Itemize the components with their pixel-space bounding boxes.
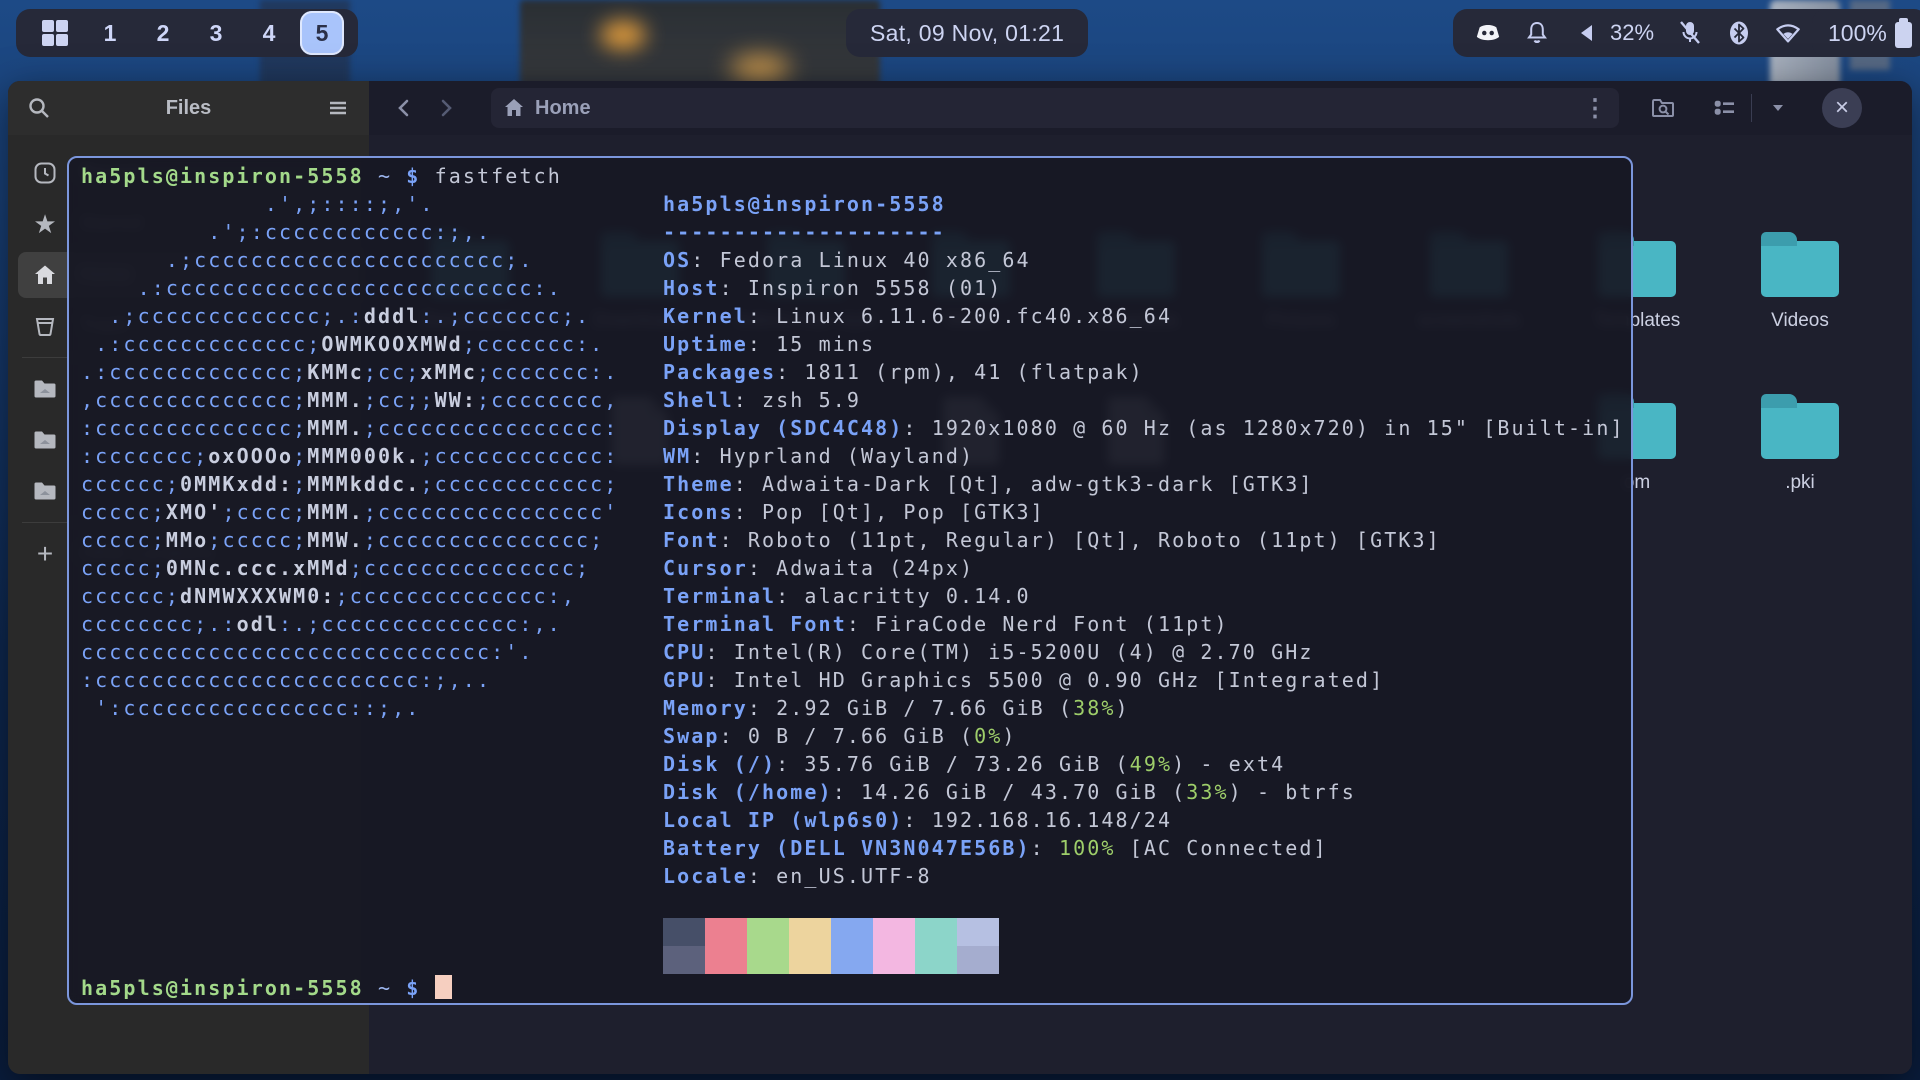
workspace-button-4[interactable]: 4 [247, 11, 291, 55]
terminal-cursor [435, 975, 452, 999]
folder-item[interactable]: .pki [1720, 393, 1880, 494]
tab-label: Home [535, 97, 591, 120]
folder-icon [32, 427, 58, 453]
folder-icon [32, 478, 58, 504]
terminal-content[interactable]: ha5pls@inspiron-5558 ~ $ fastfetch .',;:… [69, 158, 1631, 1003]
files-headerbar: Files Home ⋮ [8, 81, 1912, 135]
palette-swatch [831, 918, 873, 946]
palette-swatch [873, 918, 915, 946]
tab-home[interactable]: Home ⋮ [491, 88, 1619, 128]
workspace-list: 12345 [88, 11, 344, 55]
discord-icon[interactable] [1475, 20, 1501, 46]
item-label: Videos [1771, 309, 1829, 332]
item-label: .pki [1785, 471, 1815, 494]
palette-swatch [831, 946, 873, 974]
workspace-button-2[interactable]: 2 [141, 11, 185, 55]
palette-swatch [663, 918, 705, 946]
plus-icon: + [32, 541, 58, 567]
palette-swatch [915, 946, 957, 974]
palette-swatch [873, 946, 915, 974]
palette-swatch [789, 918, 831, 946]
sidebar-header: Files [8, 81, 369, 135]
back-button[interactable] [385, 88, 425, 128]
workspace-button-3[interactable]: 3 [194, 11, 238, 55]
status-bar: 12345 Sat, 09 Nov, 01:21 32%⚙ 100% [0, 0, 1920, 66]
palette-swatch [705, 946, 747, 974]
trash-icon [32, 313, 58, 339]
palette-swatch [663, 946, 705, 974]
terminal-window[interactable]: ha5pls@inspiron-5558 ~ $ fastfetch .',;:… [67, 156, 1633, 1005]
forward-button[interactable] [425, 88, 465, 128]
folder-icon [1761, 403, 1839, 459]
volume-percent: 32% [1610, 20, 1654, 46]
close-icon[interactable]: × [1822, 88, 1862, 128]
terminal-color-palette [663, 918, 999, 974]
kebab-menu-icon[interactable]: ⋮ [1583, 94, 1607, 123]
palette-swatch [915, 918, 957, 946]
palette-row [663, 946, 999, 974]
hamburger-menu-icon[interactable] [325, 95, 351, 121]
view-switcher [1703, 88, 1800, 128]
workspace-button-5[interactable]: 5 [300, 11, 344, 55]
chevron-down-icon[interactable] [1756, 88, 1800, 128]
folder-icon [32, 376, 58, 402]
workspaces-pill: 12345 [16, 9, 358, 57]
palette-swatch [957, 946, 999, 974]
folder-search-icon[interactable] [1641, 88, 1685, 128]
home-icon [32, 262, 58, 288]
palette-row [663, 918, 999, 946]
battery-icon [1895, 22, 1912, 48]
battery-percent: 100% [1828, 20, 1887, 47]
app-title: Files [52, 97, 325, 120]
recent-icon [32, 160, 58, 186]
star-icon: ★ [32, 211, 58, 237]
fastfetch-ascii-logo: .',;::::;,'. .';:cccccccccccc:;,. .;cccc… [81, 190, 618, 722]
shell-prompt-line: ha5pls@inspiron-5558 ~ $ fastfetch [81, 162, 562, 190]
speaker-icon[interactable] [1573, 20, 1599, 46]
mic-muted-icon[interactable] [1677, 20, 1703, 46]
workspace-button-1[interactable]: 1 [88, 11, 132, 55]
palette-swatch [747, 946, 789, 974]
list-view-icon[interactable] [1703, 88, 1747, 128]
app-launcher-icon[interactable] [42, 20, 68, 46]
palette-swatch [789, 946, 831, 974]
clock-text: Sat, 09 Nov, 01:21 [870, 20, 1064, 47]
palette-swatch [957, 918, 999, 946]
system-tray: 32%⚙ [1453, 9, 1872, 57]
battery-indicator[interactable]: 100% [1812, 9, 1920, 57]
fastfetch-info: ha5pls@inspiron-5558 -------------------… [663, 190, 1625, 890]
wifi-icon[interactable] [1775, 20, 1801, 46]
clock[interactable]: Sat, 09 Nov, 01:21 [846, 9, 1088, 57]
search-icon[interactable] [26, 95, 52, 121]
palette-swatch [747, 918, 789, 946]
bluetooth-icon[interactable] [1726, 20, 1752, 46]
home-icon [503, 97, 525, 119]
palette-swatch [705, 918, 747, 946]
folder-icon [1761, 241, 1839, 297]
folder-item[interactable]: Videos [1720, 231, 1880, 332]
shell-prompt-current: ha5pls@inspiron-5558 ~ $ [81, 974, 452, 1002]
toolbar: Home ⋮ × [369, 81, 1912, 135]
bell-icon[interactable] [1524, 20, 1550, 46]
